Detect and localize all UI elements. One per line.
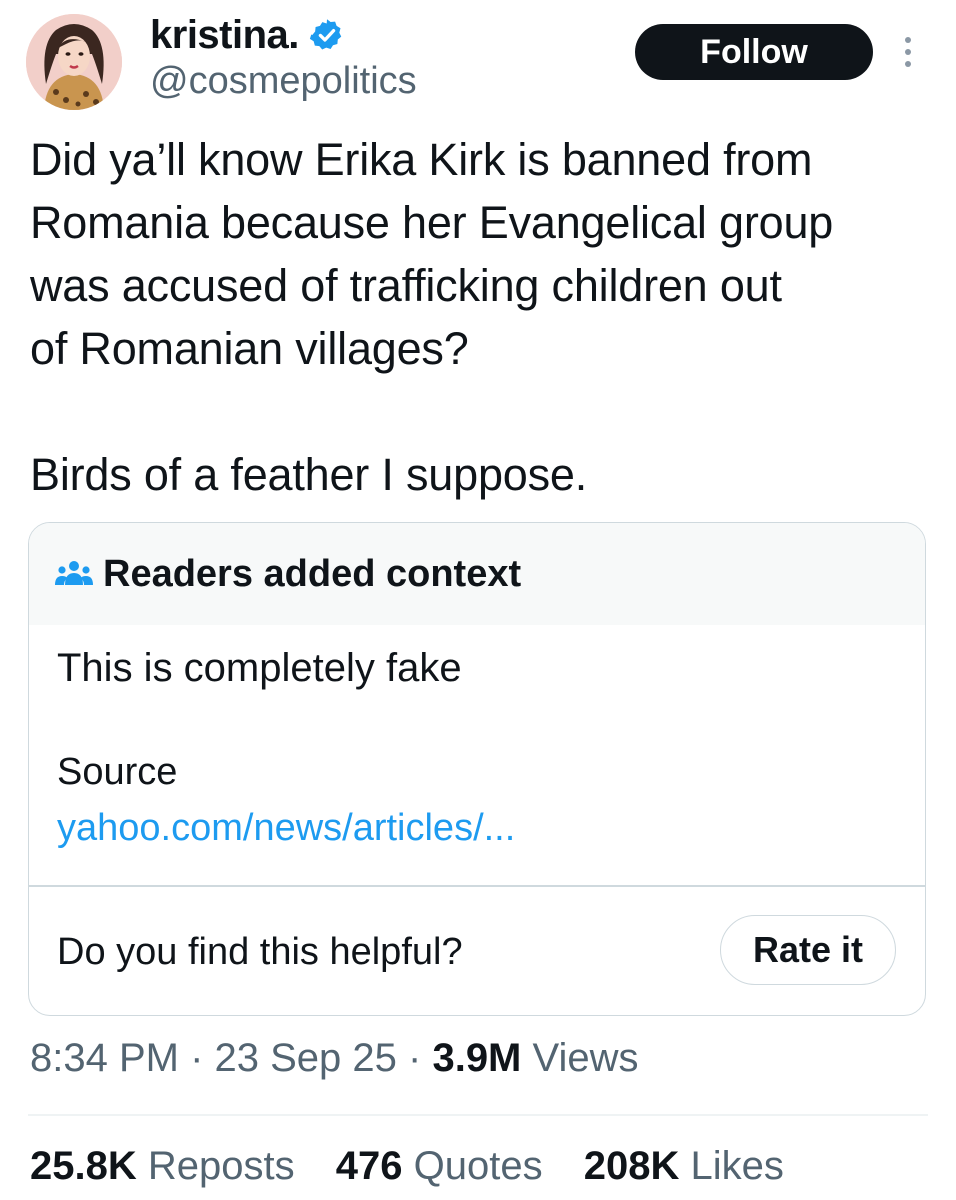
tweet-time[interactable]: 8:34 PM — [30, 1036, 179, 1080]
more-vertical-icon[interactable] — [900, 32, 916, 72]
tweet-line: Did ya’ll know Erika Kirk is banned from — [30, 134, 813, 185]
handle[interactable]: @cosmepolitics — [150, 60, 417, 103]
tweet-second-paragraph: Birds of a feather I suppose. — [30, 449, 588, 500]
rate-it-button[interactable]: Rate it — [720, 915, 896, 985]
reposts-stat[interactable]: 25.8K Reposts — [30, 1144, 295, 1188]
display-name[interactable]: kristina. — [150, 13, 299, 58]
engagement-stats: 25.8K Reposts 476 Quotes 208K Likes — [30, 1144, 814, 1189]
likes-count: 208K — [583, 1144, 680, 1188]
helpful-question: Do you find this helpful? — [57, 931, 463, 973]
verified-badge-icon — [309, 19, 342, 50]
meta-separator: · — [178, 1036, 215, 1080]
display-name-row: kristina. — [150, 10, 345, 60]
reposts-count: 25.8K — [30, 1144, 137, 1188]
source-label: Source — [57, 751, 178, 793]
note-divider — [29, 885, 925, 887]
views-label: Views — [521, 1036, 639, 1080]
tweet-date[interactable]: 23 Sep 25 — [215, 1036, 397, 1080]
follow-button[interactable]: Follow — [635, 24, 873, 80]
meta-separator: · — [396, 1036, 433, 1080]
meta-divider — [28, 1114, 928, 1116]
tweet-line: Romania because her Evangelical group — [30, 197, 834, 248]
community-notes-people-icon — [55, 561, 93, 585]
views-count: 3.9M — [432, 1036, 522, 1080]
quotes-count: 476 — [335, 1144, 403, 1188]
reposts-label: Reposts — [147, 1144, 295, 1188]
tweet-header: kristina. @cosmepolitics Follow — [0, 0, 956, 120]
quotes-label: Quotes — [413, 1144, 543, 1188]
tweet-meta: 8:34 PM · 23 Sep 25 · 3.9M Views — [30, 1036, 638, 1081]
community-note: Readers added context This is completely… — [28, 522, 926, 1016]
profile-avatar-illustration-icon — [26, 14, 122, 110]
community-note-header: Readers added context — [29, 523, 925, 625]
likes-label: Likes — [690, 1144, 784, 1188]
tweet-line: of Romanian villages? — [30, 323, 469, 374]
community-note-title: Readers added context — [103, 552, 522, 595]
avatar[interactable] — [26, 14, 122, 110]
community-note-body: This is completely fake — [57, 646, 462, 690]
source-link[interactable]: yahoo.com/news/articles/... — [57, 807, 515, 850]
quotes-stat[interactable]: 476 Quotes — [336, 1144, 543, 1188]
tweet-text: Did ya’ll know Erika Kirk is banned from… — [30, 128, 930, 506]
likes-stat[interactable]: 208K Likes — [584, 1144, 784, 1188]
tweet-line: was accused of trafficking children out — [30, 260, 782, 311]
